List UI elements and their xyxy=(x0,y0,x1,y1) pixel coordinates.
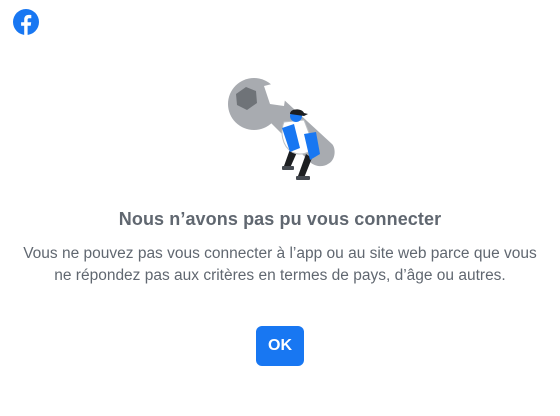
facebook-logo-icon xyxy=(13,9,39,35)
wrench-with-person-illustration xyxy=(228,78,335,180)
dialog-title: Nous n’avons pas pu vous connecter xyxy=(118,209,442,229)
ok-button[interactable]: OK xyxy=(256,326,304,366)
dialog-message: Vous ne pouvez pas vous connecter à l’ap… xyxy=(23,245,537,284)
